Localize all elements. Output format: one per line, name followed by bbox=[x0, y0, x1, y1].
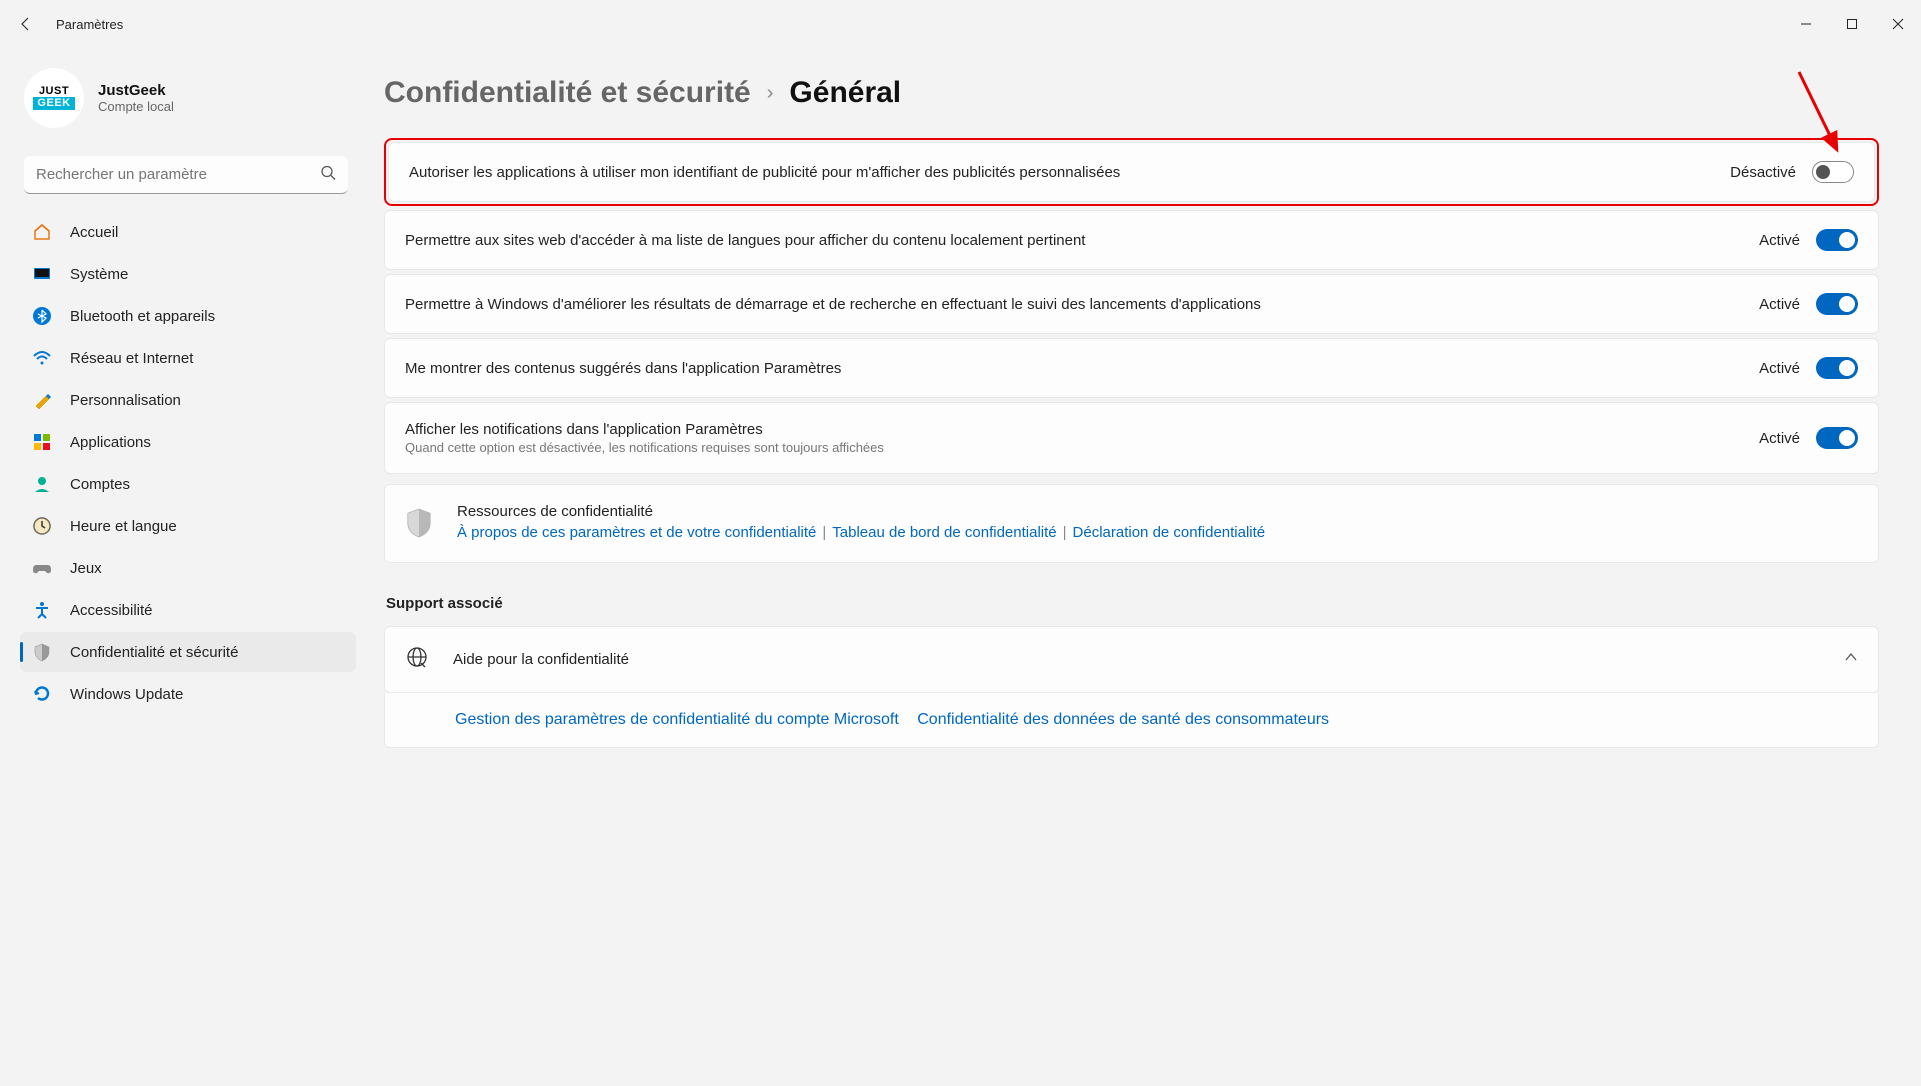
sidebar-item-gaming[interactable]: Jeux bbox=[20, 548, 356, 588]
profile-name: JustGeek bbox=[98, 82, 174, 99]
sidebar-item-label: Jeux bbox=[70, 560, 102, 577]
help-privacy-links: Gestion des paramètres de confidentialit… bbox=[384, 693, 1879, 748]
sidebar: JUSTGEEK JustGeek Compte local Accueil S… bbox=[0, 48, 360, 1086]
accounts-icon bbox=[32, 474, 52, 494]
setting-language-list[interactable]: Permettre aux sites web d'accéder à ma l… bbox=[384, 210, 1879, 270]
link-health-data-privacy[interactable]: Confidentialité des données de santé des… bbox=[917, 711, 1329, 728]
status-text: Activé bbox=[1759, 430, 1800, 447]
shield-icon bbox=[405, 507, 433, 544]
sidebar-item-label: Confidentialité et sécurité bbox=[70, 644, 238, 661]
setting-advertising-id[interactable]: Autoriser les applications à utiliser mo… bbox=[388, 142, 1875, 202]
setting-track-launches[interactable]: Permettre à Windows d'améliorer les résu… bbox=[384, 274, 1879, 334]
setting-sublabel: Quand cette option est désactivée, les n… bbox=[405, 440, 1739, 455]
toggle-notifications[interactable] bbox=[1816, 427, 1858, 449]
sidebar-item-label: Accueil bbox=[70, 224, 118, 241]
window-controls bbox=[1783, 8, 1921, 40]
search-box bbox=[24, 156, 348, 194]
personalization-icon bbox=[32, 390, 52, 410]
apps-icon bbox=[32, 432, 52, 452]
highlight-annotation: Autoriser les applications à utiliser mo… bbox=[384, 138, 1879, 206]
sidebar-item-label: Système bbox=[70, 266, 128, 283]
breadcrumb-parent[interactable]: Confidentialité et sécurité bbox=[384, 76, 751, 110]
sidebar-item-time[interactable]: Heure et langue bbox=[20, 506, 356, 546]
link-ms-privacy-settings[interactable]: Gestion des paramètres de confidentialit… bbox=[455, 711, 899, 728]
globe-icon bbox=[405, 645, 429, 674]
profile-block[interactable]: JUSTGEEK JustGeek Compte local bbox=[20, 60, 356, 146]
window-title: Paramètres bbox=[56, 17, 123, 32]
help-privacy-expand[interactable]: Aide pour la confidentialité bbox=[384, 626, 1879, 693]
home-icon bbox=[32, 222, 52, 242]
status-text: Activé bbox=[1759, 232, 1800, 249]
sidebar-item-apps[interactable]: Applications bbox=[20, 422, 356, 462]
setting-label: Afficher les notifications dans l'applic… bbox=[405, 421, 1739, 438]
update-icon bbox=[32, 684, 52, 704]
toggle-language-list[interactable] bbox=[1816, 229, 1858, 251]
maximize-button[interactable] bbox=[1829, 8, 1875, 40]
status-text: Désactivé bbox=[1730, 164, 1796, 181]
status-text: Activé bbox=[1759, 360, 1800, 377]
status-text: Activé bbox=[1759, 296, 1800, 313]
sidebar-item-system[interactable]: Système bbox=[20, 254, 356, 294]
sidebar-item-home[interactable]: Accueil bbox=[20, 212, 356, 252]
sidebar-item-label: Accessibilité bbox=[70, 602, 153, 619]
resources-title: Ressources de confidentialité bbox=[457, 503, 1265, 520]
sidebar-item-label: Personnalisation bbox=[70, 392, 181, 409]
accessibility-icon bbox=[32, 600, 52, 620]
link-privacy-dashboard[interactable]: Tableau de bord de confidentialité bbox=[832, 524, 1056, 541]
sidebar-item-label: Heure et langue bbox=[70, 518, 177, 535]
system-icon bbox=[32, 264, 52, 284]
time-icon bbox=[32, 516, 52, 536]
back-button[interactable] bbox=[16, 14, 36, 34]
network-icon bbox=[32, 348, 52, 368]
search-icon bbox=[320, 165, 336, 186]
help-privacy-label: Aide pour la confidentialité bbox=[453, 651, 629, 668]
profile-sub: Compte local bbox=[98, 99, 174, 114]
setting-notifications[interactable]: Afficher les notifications dans l'applic… bbox=[384, 402, 1879, 474]
breadcrumb: Confidentialité et sécurité › Général bbox=[384, 76, 1879, 110]
sidebar-item-network[interactable]: Réseau et Internet bbox=[20, 338, 356, 378]
close-button[interactable] bbox=[1875, 8, 1921, 40]
toggle-advertising-id[interactable] bbox=[1812, 161, 1854, 183]
setting-label: Permettre à Windows d'améliorer les résu… bbox=[405, 296, 1739, 313]
sidebar-item-label: Windows Update bbox=[70, 686, 183, 703]
sidebar-item-accessibility[interactable]: Accessibilité bbox=[20, 590, 356, 630]
titlebar: Paramètres bbox=[0, 0, 1921, 48]
sidebar-item-label: Applications bbox=[70, 434, 151, 451]
toggle-suggested-content[interactable] bbox=[1816, 357, 1858, 379]
sidebar-item-privacy[interactable]: Confidentialité et sécurité bbox=[20, 632, 356, 672]
sidebar-item-update[interactable]: Windows Update bbox=[20, 674, 356, 714]
sidebar-item-label: Bluetooth et appareils bbox=[70, 308, 215, 325]
sidebar-item-bluetooth[interactable]: Bluetooth et appareils bbox=[20, 296, 356, 336]
avatar: JUSTGEEK bbox=[24, 68, 84, 128]
link-privacy-statement[interactable]: Déclaration de confidentialité bbox=[1073, 524, 1266, 541]
link-about-settings[interactable]: À propos de ces paramètres et de votre c… bbox=[457, 524, 816, 541]
minimize-button[interactable] bbox=[1783, 8, 1829, 40]
privacy-icon bbox=[32, 642, 52, 662]
setting-label: Permettre aux sites web d'accéder à ma l… bbox=[405, 232, 1739, 249]
breadcrumb-current: Général bbox=[789, 76, 901, 110]
sidebar-item-personalization[interactable]: Personnalisation bbox=[20, 380, 356, 420]
support-section-title: Support associé bbox=[386, 595, 1879, 612]
toggle-track-launches[interactable] bbox=[1816, 293, 1858, 315]
bluetooth-icon bbox=[32, 306, 52, 326]
chevron-up-icon bbox=[1844, 650, 1858, 669]
breadcrumb-separator: › bbox=[767, 82, 774, 105]
main-content: Confidentialité et sécurité › Général Au… bbox=[360, 48, 1921, 1086]
setting-label: Me montrer des contenus suggérés dans l'… bbox=[405, 360, 1739, 377]
privacy-resources-card: Ressources de confidentialité À propos d… bbox=[384, 484, 1879, 563]
gaming-icon bbox=[32, 558, 52, 578]
sidebar-item-label: Réseau et Internet bbox=[70, 350, 193, 367]
sidebar-item-accounts[interactable]: Comptes bbox=[20, 464, 356, 504]
setting-suggested-content[interactable]: Me montrer des contenus suggérés dans l'… bbox=[384, 338, 1879, 398]
sidebar-item-label: Comptes bbox=[70, 476, 130, 493]
setting-label: Autoriser les applications à utiliser mo… bbox=[409, 164, 1710, 181]
search-input[interactable] bbox=[24, 156, 348, 194]
